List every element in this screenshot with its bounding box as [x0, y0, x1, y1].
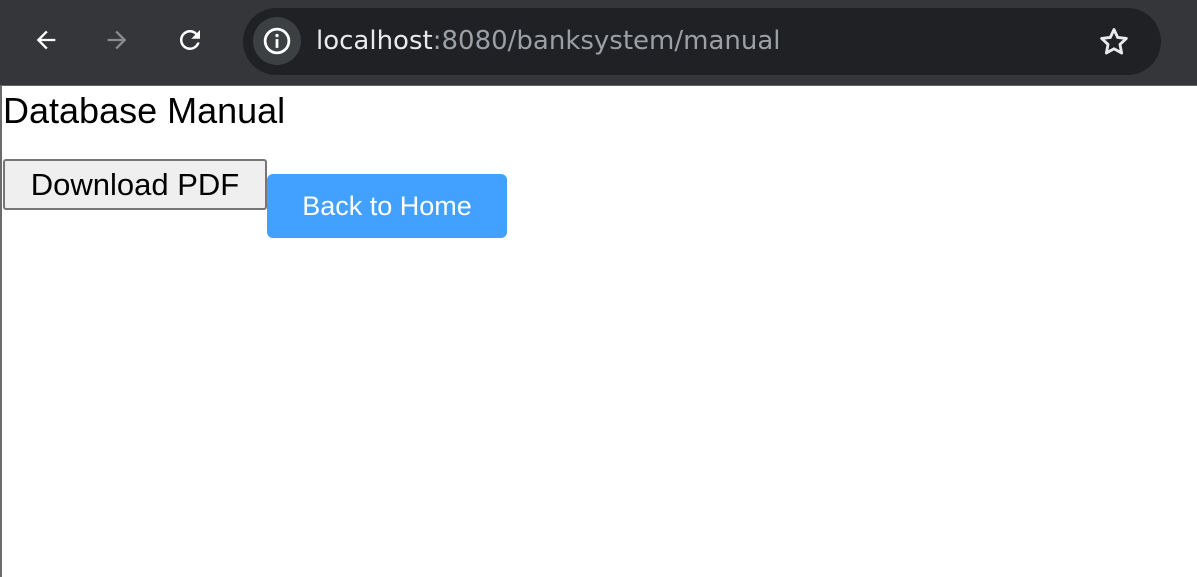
url-host: localhost — [316, 26, 433, 56]
back-button[interactable] — [28, 22, 64, 58]
forward-arrow-icon — [107, 30, 127, 50]
reload-button[interactable] — [172, 22, 208, 58]
browser-toolbar: localhost:8080/banksystem/manual — [0, 0, 1197, 86]
bookmark-button[interactable] — [1095, 23, 1133, 61]
reload-icon — [179, 29, 200, 50]
back-to-home-button[interactable]: Back to Home — [267, 174, 507, 238]
star-icon — [1100, 28, 1128, 55]
back-arrow-icon — [36, 30, 56, 50]
page-title: Database Manual — [3, 90, 286, 131]
download-pdf-button[interactable]: Download PDF — [3, 159, 267, 210]
forward-button[interactable] — [99, 22, 135, 58]
url-text[interactable]: localhost:8080/banksystem/manual — [316, 25, 781, 57]
info-icon — [263, 27, 291, 55]
url-path: :8080/banksystem/manual — [432, 26, 781, 56]
address-bar[interactable]: localhost:8080/banksystem/manual — [243, 8, 1161, 75]
page-content: Database Manual Download PDF Back to Hom… — [0, 86, 1197, 577]
site-info-button[interactable] — [253, 17, 301, 65]
